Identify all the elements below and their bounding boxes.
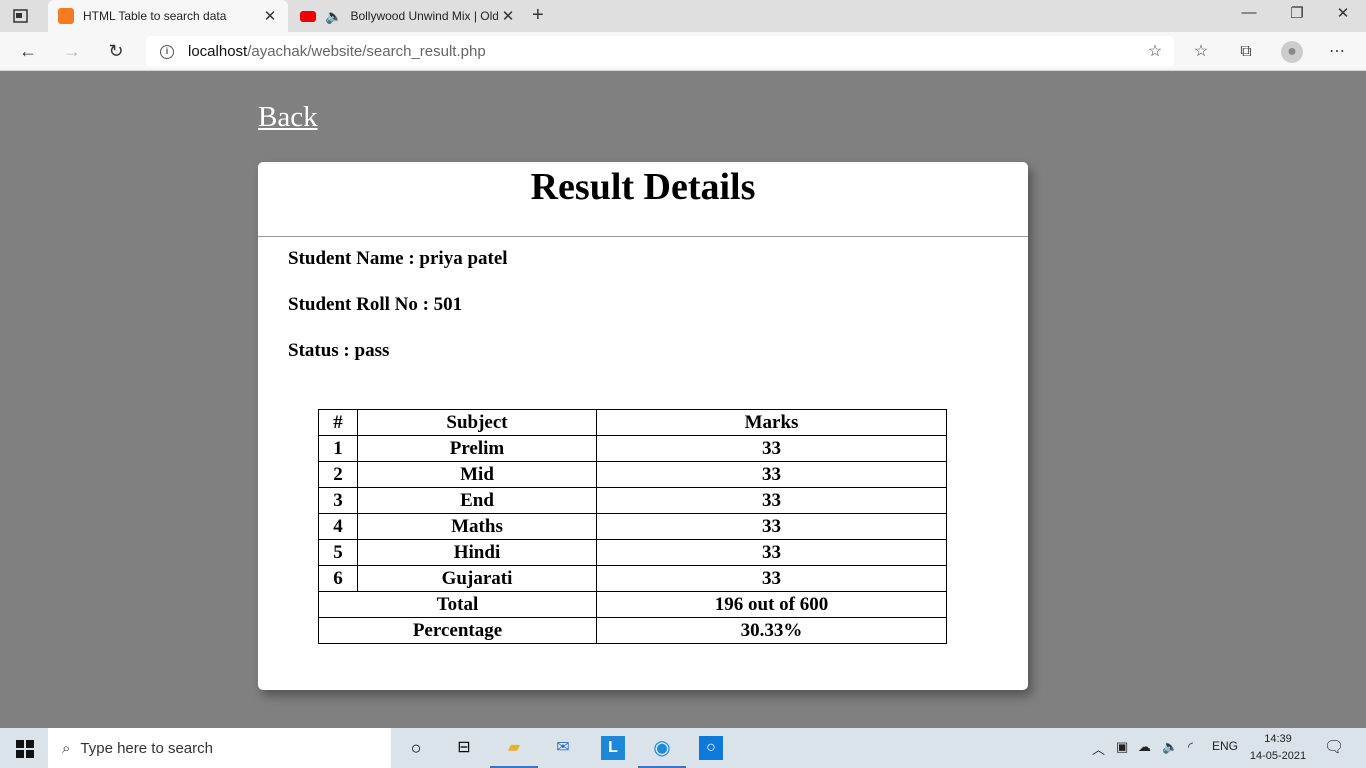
volume-icon[interactable]: 🔈: [1162, 739, 1178, 755]
status: Status : pass: [288, 340, 390, 361]
app-l-icon[interactable]: L: [601, 736, 625, 760]
tab-bar: HTML Table to search data ✕ 🔈 Bollywood …: [0, 0, 1366, 32]
table-row: 6 Gujarati 33: [318, 565, 947, 592]
xampp-icon: [58, 8, 74, 24]
file-explorer-icon[interactable]: ▰: [490, 736, 538, 768]
notifications-icon[interactable]: 🗨: [1324, 737, 1344, 757]
task-view-icon[interactable]: ⊟: [452, 736, 476, 760]
row-number: 6: [318, 565, 358, 592]
more-menu-icon[interactable]: ⋯: [1326, 41, 1348, 63]
marks-table: # Subject Marks 1 Prelim 33 2 Mid 33 3 E…: [318, 409, 947, 644]
language-indicator[interactable]: ENG: [1212, 739, 1238, 753]
table-row: 1 Prelim 33: [318, 435, 947, 462]
row-marks: 33: [596, 435, 947, 462]
student-roll-no: Student Roll No : 501: [288, 294, 463, 315]
table-row: 4 Maths 33: [318, 513, 947, 540]
row-marks: 33: [596, 487, 947, 514]
clock-time: 14:39: [1264, 733, 1292, 745]
percentage-value: 30.33%: [596, 617, 947, 644]
back-arrow-icon[interactable]: ←: [16, 40, 40, 64]
total-row: Total 196 out of 600: [318, 591, 947, 618]
row-subject: Mid: [357, 461, 597, 488]
row-number: 1: [318, 435, 358, 462]
youtube-icon: [300, 10, 316, 22]
row-subject: Hindi: [357, 539, 597, 566]
refresh-icon[interactable]: ↻: [104, 40, 128, 64]
favorites-icon[interactable]: ☆: [1190, 41, 1212, 63]
divider: [258, 236, 1028, 237]
row-subject: End: [357, 487, 597, 514]
url-host: localhost: [188, 43, 248, 60]
info-icon[interactable]: i: [160, 44, 174, 59]
show-hidden-icons-icon[interactable]: ︿: [1092, 739, 1105, 758]
close-icon[interactable]: ✕: [260, 7, 280, 25]
table-header-row: # Subject Marks: [318, 409, 947, 436]
close-icon[interactable]: ✕: [498, 7, 518, 25]
onedrive-icon[interactable]: ☁: [1138, 739, 1151, 755]
tab-inactive[interactable]: 🔈 Bollywood Unwind Mix | Old ✕: [290, 0, 526, 32]
table-row: 5 Hindi 33: [318, 539, 947, 566]
url-field[interactable]: i localhost /ayachak/website/search_resu…: [146, 36, 1174, 67]
collections-icon[interactable]: ⧉: [1235, 41, 1257, 63]
wifi-icon[interactable]: ◜: [1188, 739, 1193, 755]
back-link[interactable]: Back: [258, 101, 318, 134]
row-number: 3: [318, 487, 358, 514]
row-number: 2: [318, 461, 358, 488]
column-header-subject: Subject: [357, 409, 597, 436]
forward-arrow-icon[interactable]: →: [60, 40, 84, 64]
tab-title: Bollywood Unwind Mix | Old: [350, 9, 498, 23]
mail-icon[interactable]: ✉: [551, 736, 575, 760]
total-value: 196 out of 600: [596, 591, 947, 618]
taskbar: ⌕ Type here to search ○ ⊟ ▰ ✉ L ◉ ○ ︿ ▣ …: [0, 728, 1366, 768]
row-number: 4: [318, 513, 358, 540]
row-marks: 33: [596, 565, 947, 592]
add-favorite-icon[interactable]: ☆: [1144, 41, 1166, 63]
url-path: /ayachak/website/search_result.php: [247, 43, 486, 60]
student-name: Student Name : priya patel: [288, 248, 508, 269]
column-header-number: #: [318, 409, 358, 436]
close-window-button[interactable]: ✕: [1320, 4, 1366, 22]
minimize-button[interactable]: —: [1226, 4, 1272, 21]
row-marks: 33: [596, 513, 947, 540]
percentage-label: Percentage: [318, 617, 597, 644]
speaker-icon[interactable]: 🔈: [325, 8, 342, 25]
taskbar-search-box[interactable]: ⌕ Type here to search: [48, 728, 391, 768]
cortana-icon[interactable]: ○: [404, 736, 428, 760]
system-clock[interactable]: 14:39 14-05-2021: [1248, 731, 1308, 765]
tab-active[interactable]: HTML Table to search data ✕: [48, 0, 288, 32]
window-menu-icon[interactable]: [12, 7, 30, 25]
percentage-row: Percentage 30.33%: [318, 617, 947, 644]
total-label: Total: [318, 591, 597, 618]
edge-browser-icon[interactable]: ◉: [638, 736, 686, 768]
row-marks: 33: [596, 461, 947, 488]
row-subject: Gujarati: [357, 565, 597, 592]
search-placeholder: Type here to search: [80, 739, 213, 757]
column-header-marks: Marks: [596, 409, 947, 436]
result-card: Result Details Student Name : priya pate…: [258, 162, 1028, 690]
search-icon: ⌕: [62, 739, 71, 757]
restore-button[interactable]: ❐: [1274, 4, 1320, 22]
page-title: Result Details: [530, 166, 756, 208]
new-tab-button[interactable]: +: [532, 4, 544, 27]
address-bar: ← → ↻ i localhost /ayachak/website/searc…: [0, 32, 1366, 71]
table-row: 2 Mid 33: [318, 461, 947, 488]
row-subject: Maths: [357, 513, 597, 540]
tab-title: HTML Table to search data: [83, 9, 227, 23]
meet-now-icon[interactable]: ▣: [1116, 739, 1128, 755]
clock-date: 14-05-2021: [1249, 750, 1307, 762]
row-marks: 33: [596, 539, 947, 566]
row-number: 5: [318, 539, 358, 566]
table-row: 3 End 33: [318, 487, 947, 514]
windows-start-icon[interactable]: [16, 740, 34, 758]
app-blue-icon[interactable]: ○: [699, 736, 723, 760]
row-subject: Prelim: [357, 435, 597, 462]
profile-avatar-icon[interactable]: ●: [1281, 41, 1303, 63]
